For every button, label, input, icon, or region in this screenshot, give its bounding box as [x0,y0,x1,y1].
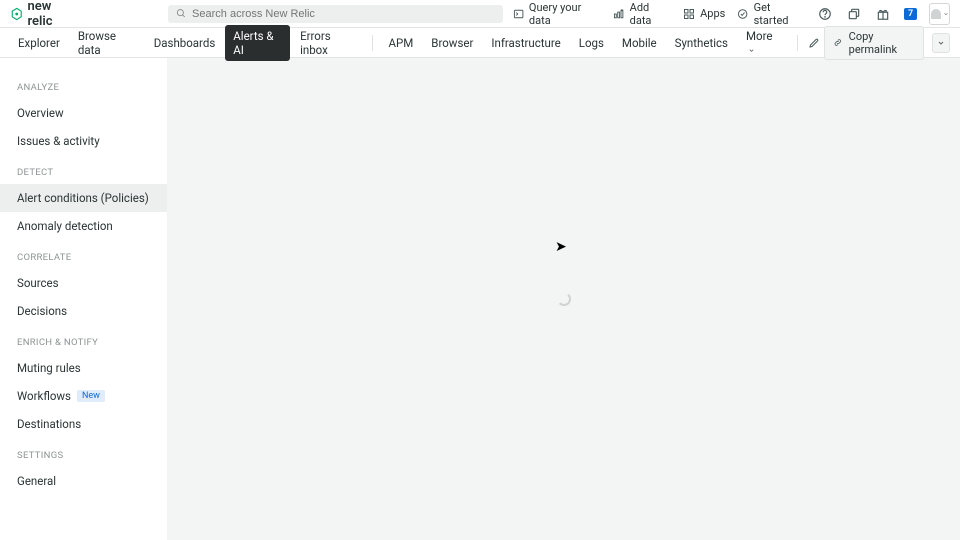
share-button[interactable] [846,5,863,23]
sidebar-item-sources[interactable]: Sources [0,269,167,297]
nav-right: Copy permalink [824,26,950,60]
sidebar-section-analyze: ANALYZE Overview Issues & activity [0,78,167,155]
sidebar: ANALYZE Overview Issues & activity DETEC… [0,58,167,540]
help-button[interactable] [817,5,834,23]
nav-apm[interactable]: APM [381,32,422,54]
grid-icon [683,8,695,20]
add-data-icon [613,8,624,20]
gift-button[interactable] [875,5,892,23]
nav-dashboards[interactable]: Dashboards [146,32,224,54]
nav-more[interactable]: More [738,25,789,61]
get-started-link[interactable]: Get started [737,1,805,27]
apps-link[interactable]: Apps [683,7,725,20]
help-icon [818,7,832,21]
apps-label: Apps [700,7,725,20]
sidebar-section-detect: DETECT Alert conditions (Policies) Anoma… [0,163,167,240]
sidebar-item-workflows-label: Workflows [17,389,71,403]
add-data-label: Add data [630,1,671,27]
sidebar-header-analyze: ANALYZE [0,78,167,99]
cursor-icon: ➤ [555,239,567,255]
chevron-down-icon [937,39,945,47]
navbar: Explorer Browse data Dashboards Alerts &… [0,28,960,58]
avatar-icon [931,9,941,19]
nav-more-label: More [746,29,773,43]
permalink-dropdown[interactable] [932,33,950,53]
sidebar-item-decisions[interactable]: Decisions [0,297,167,325]
topbar-right: Query your data Add data Apps Get starte… [513,1,950,27]
sidebar-header-settings: SETTINGS [0,446,167,467]
sidebar-section-enrich: ENRICH & NOTIFY Muting rules Workflows N… [0,333,167,438]
search-input[interactable] [192,8,495,20]
get-started-label: Get started [754,1,805,27]
search-wrap [168,5,503,23]
copy-permalink-button[interactable]: Copy permalink [824,26,924,60]
sidebar-item-overview[interactable]: Overview [0,99,167,127]
sidebar-item-anomaly[interactable]: Anomaly detection [0,212,167,240]
query-data-label: Query your data [529,1,601,27]
loading-spinner-icon [557,292,571,306]
add-data-link[interactable]: Add data [613,1,671,27]
nav-explorer[interactable]: Explorer [10,32,68,54]
nav-infrastructure[interactable]: Infrastructure [483,32,568,54]
edit-nav-button[interactable] [806,34,822,52]
logo-mark-icon [10,7,23,21]
nav-separator [372,35,373,51]
notification-badge[interactable]: 7 [904,8,917,20]
main-content: ➤ [167,58,960,540]
chevron-down-icon [748,47,755,54]
sidebar-item-muting[interactable]: Muting rules [0,354,167,382]
sidebar-item-workflows[interactable]: Workflows New [0,382,167,410]
sidebar-header-enrich: ENRICH & NOTIFY [0,333,167,354]
nav-browse-data[interactable]: Browse data [70,25,144,61]
nav-logs[interactable]: Logs [571,32,612,54]
nav-synthetics[interactable]: Synthetics [667,32,736,54]
body: ANALYZE Overview Issues & activity DETEC… [0,58,960,540]
gift-icon [876,7,890,21]
user-menu[interactable] [929,3,950,25]
copy-permalink-label: Copy permalink [849,30,915,56]
sidebar-header-detect: DETECT [0,163,167,184]
sidebar-item-general[interactable]: General [0,467,167,495]
nav-mobile[interactable]: Mobile [614,32,665,54]
sidebar-item-destinations[interactable]: Destinations [0,410,167,438]
sidebar-item-alert-conditions[interactable]: Alert conditions (Policies) [0,184,167,212]
brand-text: new relic [27,0,77,29]
nav-separator [797,35,798,51]
logo[interactable]: new relic [10,0,78,29]
link-icon [833,37,843,48]
sidebar-section-correlate: CORRELATE Sources Decisions [0,248,167,325]
check-circle-icon [737,8,748,20]
pencil-icon [808,37,820,49]
search-icon [176,8,186,19]
nav-errors-inbox[interactable]: Errors inbox [292,25,364,61]
sidebar-header-correlate: CORRELATE [0,248,167,269]
chevron-down-icon [943,11,949,17]
nav-browser[interactable]: Browser [423,32,481,54]
query-data-link[interactable]: Query your data [513,1,602,27]
sidebar-section-settings: SETTINGS General [0,446,167,495]
terminal-icon [513,8,524,20]
global-search[interactable] [168,5,503,23]
share-icon [847,7,861,21]
nav-alerts-ai[interactable]: Alerts & AI [225,25,290,61]
new-badge: New [77,390,105,402]
sidebar-item-issues[interactable]: Issues & activity [0,127,167,155]
topbar: new relic Query your data Add data Apps … [0,0,960,28]
